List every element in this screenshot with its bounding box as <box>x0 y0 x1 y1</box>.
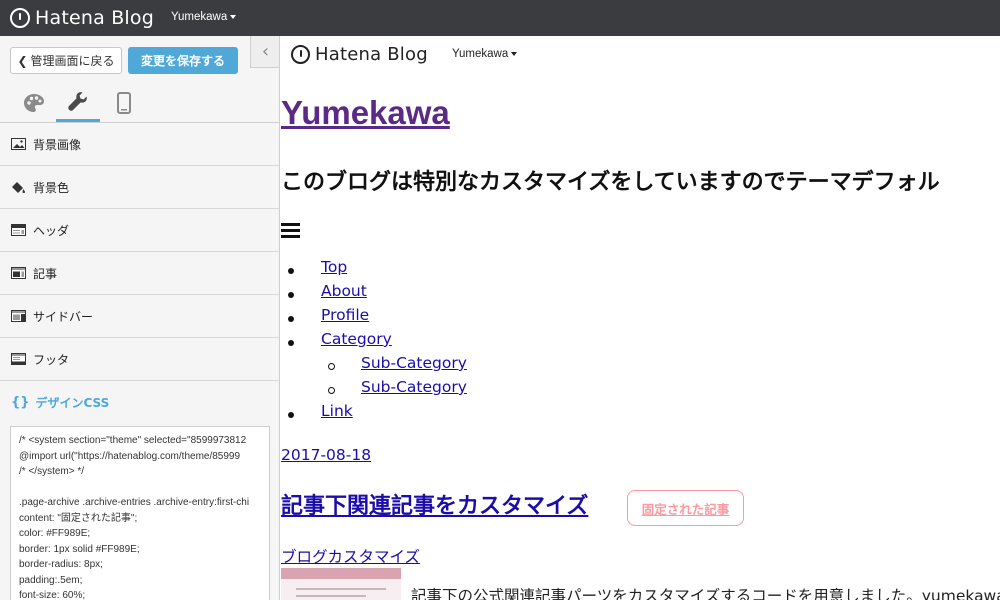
thumbnail-line <box>296 595 366 597</box>
layout-header-icon <box>11 224 26 236</box>
layout-sidebar-icon <box>11 310 26 322</box>
css-line: color: #FF989E; <box>19 528 91 539</box>
nav-link-profile[interactable]: Profile <box>321 306 369 324</box>
menu-item-label: フッタ <box>33 352 70 367</box>
code-braces-icon: {} <box>11 395 30 410</box>
back-to-dashboard-button[interactable]: ❮ 管理画面に戻る <box>10 47 122 74</box>
bullet-icon <box>288 316 294 322</box>
menu-item-background-color[interactable]: 背景色 <box>0 166 279 209</box>
css-line: border-radius: 8px; <box>19 559 103 570</box>
css-line: @import url("https://hatenablog.com/them… <box>19 450 241 462</box>
preview-user-menu[interactable]: Yumekawa <box>452 48 518 60</box>
paint-bucket-icon <box>12 182 25 193</box>
user-name: Yumekawa <box>171 11 228 23</box>
menu-item-article[interactable]: 記事 <box>0 252 279 295</box>
menu-item-label: 記事 <box>33 266 58 281</box>
nav-link-top[interactable]: Top <box>321 258 347 276</box>
blog-description: このブログは特別なカスタマイズをしていますのでテーマデフォル <box>281 170 940 195</box>
nav-link-sub-category[interactable]: Sub-Category <box>361 378 467 396</box>
hatena-logo-icon <box>291 45 310 64</box>
tab-customize[interactable] <box>56 84 100 122</box>
hatena-blog-logo[interactable]: Hatena Blog <box>10 7 154 29</box>
palette-icon <box>24 94 44 112</box>
blog-title-link[interactable]: Yumekawa <box>281 94 450 132</box>
bullet-icon <box>288 340 294 346</box>
layout-article-icon <box>11 267 26 279</box>
layout-footer-icon <box>11 353 26 365</box>
menu-item-footer[interactable]: フッタ <box>0 338 279 381</box>
nav-link-category[interactable]: Category <box>321 330 392 348</box>
menu-item-background-image[interactable]: 背景画像 <box>0 123 279 166</box>
post-thumbnail[interactable] <box>281 568 401 600</box>
pinned-post-badge: 固定された記事 <box>627 490 744 526</box>
hatena-logo-icon <box>10 8 30 28</box>
css-line: padding:.5em; <box>19 574 83 586</box>
css-line: .page-archive .archive-entries .archive-… <box>19 497 250 508</box>
design-panel: ❮ 管理画面に戻る 変更を保存する ‹ 背景画像 背景色 ヘッダ 記事 サイドバ… <box>0 36 280 600</box>
tab-theme[interactable] <box>12 84 56 122</box>
thumbnail-header-bar <box>281 568 401 579</box>
post-excerpt: 記事下の公式関連記事パーツをカスタマイズするコードを用意しました。yumekaw… <box>411 587 1000 600</box>
top-bar: Hatena Blog Yumekawa <box>0 0 1000 36</box>
chevron-left-icon: ❮ <box>17 53 28 68</box>
bullet-open-icon <box>328 363 335 370</box>
nav-link-sub-category[interactable]: Sub-Category <box>361 354 467 372</box>
image-icon <box>11 138 26 150</box>
menu-item-label: ヘッダ <box>33 223 70 238</box>
thumbnail-line <box>296 588 386 590</box>
tab-smartphone[interactable] <box>102 84 146 122</box>
menu-item-label: サイドバー <box>33 309 94 324</box>
smartphone-icon <box>117 92 131 114</box>
wrench-icon <box>68 91 87 111</box>
back-button-label: 管理画面に戻る <box>30 54 115 68</box>
preview-hatena-blog-logo[interactable]: Hatena Blog <box>291 44 428 65</box>
caret-down-icon <box>511 51 518 56</box>
hamburger-menu-icon[interactable] <box>281 223 300 238</box>
bullet-open-icon <box>328 387 335 394</box>
blog-preview: Hatena Blog Yumekawa Yumekawa このブログは特別なカ… <box>281 36 1000 600</box>
chevron-left-icon: ‹ <box>261 41 270 62</box>
css-line: font-size: 60%; <box>19 590 86 600</box>
post-date-link[interactable]: 2017-08-18 <box>281 446 371 464</box>
design-css-editor[interactable]: /* <system section="theme" selected="859… <box>10 426 270 600</box>
logo-text: Hatena Blog <box>35 7 154 29</box>
logo-text: Hatena Blog <box>315 44 428 65</box>
menu-item-label: 背景色 <box>33 180 70 195</box>
css-line: ​ <box>19 480 261 496</box>
user-menu[interactable]: Yumekawa <box>171 11 237 23</box>
user-name: Yumekawa <box>452 48 509 60</box>
save-changes-button[interactable]: 変更を保存する <box>128 47 238 74</box>
css-line: /* </system> */ <box>19 466 85 477</box>
bullet-icon <box>288 268 294 274</box>
bullet-icon <box>288 412 294 418</box>
menu-item-design-css[interactable]: {} デザインCSS <box>0 381 279 424</box>
post-title-link[interactable]: 記事下関連記事をカスタマイズ <box>281 488 588 520</box>
menu-item-label: 背景画像 <box>33 137 82 152</box>
css-line: content: "固定された記事"; <box>19 512 138 524</box>
collapse-panel-button[interactable]: ‹ <box>250 36 279 68</box>
css-line: border: 1px solid #FF989E; <box>19 543 140 555</box>
panel-tabs <box>0 84 279 123</box>
caret-down-icon <box>230 14 237 19</box>
post-category-link[interactable]: ブログカスタマイズ <box>281 545 420 567</box>
nav-link-about[interactable]: About <box>321 282 367 300</box>
menu-item-sidebar[interactable]: サイドバー <box>0 295 279 338</box>
bullet-icon <box>288 292 294 298</box>
css-line: /* <system section="theme" selected="859… <box>19 435 247 446</box>
menu-item-label: デザインCSS <box>35 396 110 410</box>
menu-item-header[interactable]: ヘッダ <box>0 209 279 252</box>
nav-link-link[interactable]: Link <box>321 402 353 420</box>
